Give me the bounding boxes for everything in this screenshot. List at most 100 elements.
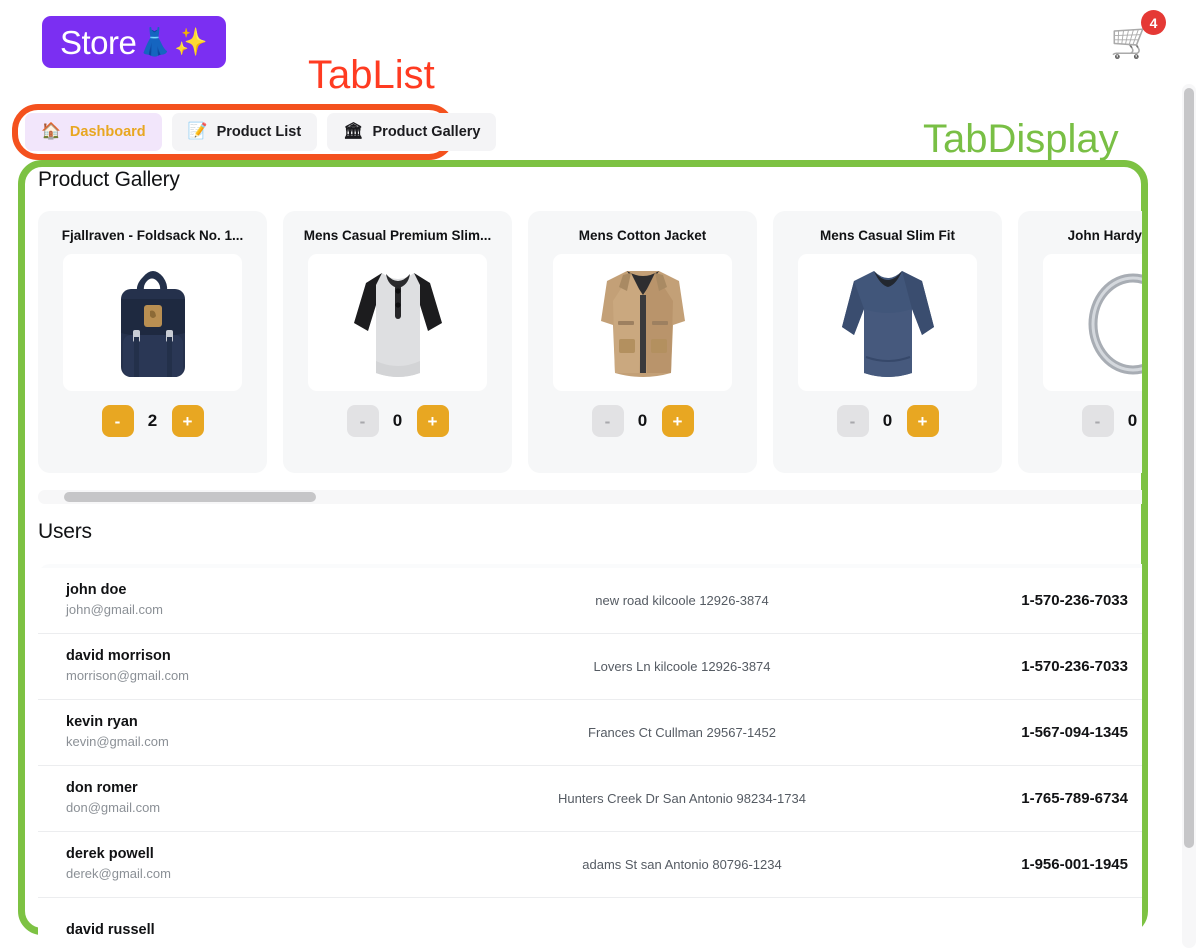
user-address: Lovers Ln kilcoole 12926-3874 xyxy=(593,659,771,674)
increment-button[interactable]: + xyxy=(906,405,939,437)
store-logo[interactable]: Store 👗 ✨ xyxy=(42,16,226,68)
user-name: john doe xyxy=(66,582,127,599)
blue-longsleeve-icon xyxy=(841,270,934,377)
user-identity-cell: john doe john@gmail.com xyxy=(66,581,466,619)
product-title: Mens Casual Slim Fit xyxy=(819,228,956,243)
tab-display-panel: Product Gallery Fjallraven - Foldsack No… xyxy=(24,164,1142,951)
product-title: Fjallraven - Foldsack No. 1... xyxy=(61,228,244,243)
users-heading: Users xyxy=(38,520,92,543)
dress-icon: 👗 xyxy=(138,26,172,57)
house-icon: 🏠 xyxy=(41,123,61,140)
quantity-value: 0 xyxy=(392,411,403,430)
increment-button[interactable]: + xyxy=(171,405,204,437)
quantity-stepper: - 2 + xyxy=(101,405,204,437)
user-email: don@gmail.com xyxy=(66,799,161,815)
table-row[interactable]: john doe john@gmail.com new road kilcool… xyxy=(38,568,1142,634)
product-card[interactable]: John Hardy Women' - 0 + xyxy=(1018,211,1142,473)
user-name: derek powell xyxy=(66,846,154,863)
user-identity-cell: kevin ryan kevin@gmail.com xyxy=(66,713,466,751)
product-image xyxy=(1043,254,1142,391)
user-address: adams St san Antonio 80796-1234 xyxy=(582,857,782,872)
user-address: Hunters Creek Dr San Antonio 98234-1734 xyxy=(558,791,806,806)
cart-badge: 4 xyxy=(1141,10,1166,35)
decrement-button[interactable]: - xyxy=(346,405,379,437)
page-scrollbar-thumb[interactable] xyxy=(1184,88,1194,848)
user-phone: 1-567-094-1345 xyxy=(1021,724,1128,741)
tab-list: 🏠 Dashboard 📝 Product List 🏛 Product Gal… xyxy=(25,112,497,152)
app-header: Store 👗 ✨ 🛒 4 xyxy=(0,0,1200,88)
user-name: david morrison xyxy=(66,648,171,665)
tab-product-list-label: Product List xyxy=(216,124,302,140)
tab-dashboard-label: Dashboard xyxy=(69,124,146,140)
user-phone: 1-570-236-7033 xyxy=(1021,658,1128,675)
user-email: kevin@gmail.com xyxy=(66,733,169,749)
table-row[interactable]: david russell xyxy=(38,898,1142,951)
user-identity-cell: derek powell derek@gmail.com xyxy=(66,845,466,883)
increment-button[interactable]: + xyxy=(416,405,449,437)
henley-shirt-icon xyxy=(353,272,442,377)
user-phone: 1-956-001-1945 xyxy=(1021,856,1128,873)
user-phone: 1-765-789-6734 xyxy=(1021,790,1128,807)
product-title: Mens Cotton Jacket xyxy=(578,228,707,243)
product-gallery-strip[interactable]: Fjallraven - Foldsack No. 1... - 2 + Men… xyxy=(38,211,1142,488)
classical-building-icon: 🏛 xyxy=(343,123,364,140)
product-card[interactable]: Fjallraven - Foldsack No. 1... - 2 + xyxy=(38,211,267,473)
user-email: derek@gmail.com xyxy=(66,865,171,881)
product-image xyxy=(553,254,732,391)
table-row[interactable]: don romer don@gmail.com Hunters Creek Dr… xyxy=(38,766,1142,832)
tab-dashboard[interactable]: 🏠 Dashboard xyxy=(25,113,162,151)
user-address: Frances Ct Cullman 29567-1452 xyxy=(588,725,776,740)
user-identity-cell: don romer don@gmail.com xyxy=(66,779,466,817)
tabdisplay-annotation-label: TabDisplay xyxy=(923,117,1119,161)
table-row[interactable]: derek powell derek@gmail.com adams St sa… xyxy=(38,832,1142,898)
tab-product-gallery-label: Product Gallery xyxy=(372,124,481,140)
quantity-stepper: - 0 + xyxy=(1081,405,1143,437)
tab-product-list[interactable]: 📝 Product List xyxy=(171,113,318,151)
table-row[interactable]: kevin ryan kevin@gmail.com Frances Ct Cu… xyxy=(38,700,1142,766)
product-card[interactable]: Mens Casual Premium Slim... - 0 + xyxy=(283,211,512,473)
quantity-stepper: - 0 + xyxy=(836,405,939,437)
user-name: david russell xyxy=(66,922,155,939)
user-email: morrison@gmail.com xyxy=(66,667,189,683)
product-image xyxy=(308,254,487,391)
user-identity-cell: david morrison morrison@gmail.com xyxy=(66,647,466,685)
decrement-button[interactable]: - xyxy=(101,405,134,437)
tab-product-gallery[interactable]: 🏛 Product Gallery xyxy=(327,113,497,151)
quantity-value: 0 xyxy=(882,411,893,430)
product-card[interactable]: Mens Casual Slim Fit - 0 + xyxy=(773,211,1002,473)
user-identity-cell: david russell xyxy=(66,921,466,941)
decrement-button[interactable]: - xyxy=(1081,405,1114,437)
store-logo-text: Store xyxy=(60,23,137,61)
product-title: Mens Casual Premium Slim... xyxy=(303,228,492,243)
quantity-stepper: - 0 + xyxy=(591,405,694,437)
user-phone: 1-570-236-7033 xyxy=(1021,592,1128,609)
product-image xyxy=(798,254,977,391)
decrement-button[interactable]: - xyxy=(836,405,869,437)
product-gallery-heading: Product Gallery xyxy=(38,168,180,191)
user-email: john@gmail.com xyxy=(66,601,164,617)
gallery-scrollbar-thumb[interactable] xyxy=(64,492,316,502)
decrement-button[interactable]: - xyxy=(591,405,624,437)
user-address: new road kilcoole 12926-3874 xyxy=(595,593,769,608)
users-table: john doe john@gmail.com new road kilcool… xyxy=(38,564,1142,951)
memo-icon: 📝 xyxy=(187,123,208,140)
quantity-stepper: - 0 + xyxy=(346,405,449,437)
user-name: don romer xyxy=(66,780,138,797)
increment-button[interactable]: + xyxy=(661,405,694,437)
product-title: John Hardy Women' xyxy=(1067,228,1142,243)
quantity-value: 0 xyxy=(1127,411,1138,430)
tan-jacket-icon xyxy=(600,270,685,377)
product-image xyxy=(63,254,242,391)
app-root: Store 👗 ✨ 🛒 4 TabList TabDisplay 🏠 Dashb… xyxy=(0,0,1200,951)
silver-bracelet-icon xyxy=(1088,273,1142,374)
cart-button[interactable]: 🛒 4 xyxy=(1108,10,1172,72)
backpack-icon xyxy=(120,270,185,377)
product-card[interactable]: Mens Cotton Jacket - 0 + xyxy=(528,211,757,473)
table-row[interactable]: david morrison morrison@gmail.com Lovers… xyxy=(38,634,1142,700)
sparkles-icon: ✨ xyxy=(174,26,208,57)
quantity-value: 0 xyxy=(637,411,648,430)
quantity-value: 2 xyxy=(147,411,158,430)
gallery-horizontal-scrollbar[interactable] xyxy=(38,490,1142,504)
user-name: kevin ryan xyxy=(66,714,138,731)
page-vertical-scrollbar[interactable] xyxy=(1182,84,1196,948)
